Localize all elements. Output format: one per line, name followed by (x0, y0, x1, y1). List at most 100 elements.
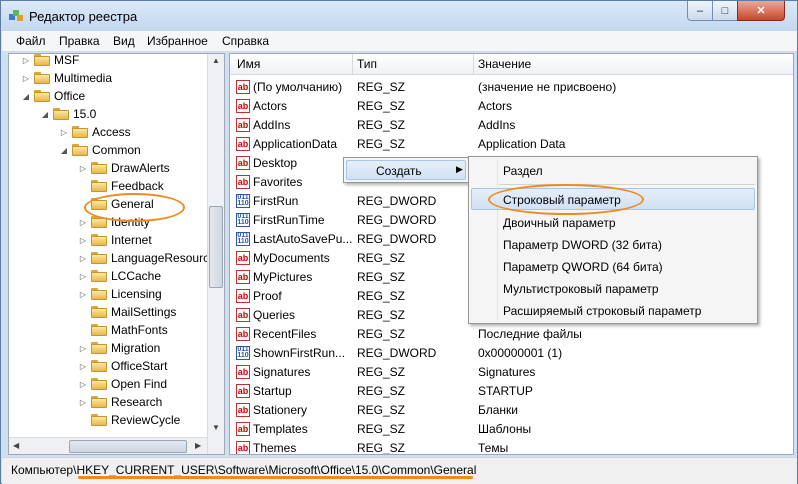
menu-help[interactable]: Справка (222, 34, 269, 48)
table-row[interactable]: ab Stationery REG_SZ Бланки (230, 401, 793, 420)
table-row[interactable]: ab AddIns REG_SZ AddIns (230, 116, 793, 135)
registry-tree[interactable]: ▷ MSF ▷ Multimedia ◢ Office ◢ 15.0 ▷ Access ◢ Commo… (8, 53, 225, 455)
tree-node-label: OfficeStart (111, 359, 168, 373)
column-divider[interactable] (473, 54, 474, 74)
table-row[interactable]: 011 110 ShownFirstRun... REG_DWORD 0x000000… (230, 344, 793, 363)
menu-view[interactable]: Вид (113, 34, 135, 48)
submenu-key[interactable]: Раздел (503, 164, 543, 178)
tree-node[interactable]: ▷ Access (59, 123, 131, 141)
expander-icon[interactable]: ▷ (59, 128, 69, 137)
tree-node[interactable]: ▷ Licensing (78, 285, 162, 303)
title-bar[interactable]: Редактор реестра – □ ✕ (1, 1, 797, 31)
string-value-icon: ab (236, 137, 250, 151)
menu-file[interactable]: Файл (16, 34, 46, 48)
binary-value-icon: 011 110 (236, 213, 250, 227)
value-name: Themes (253, 441, 297, 455)
value-name: LastAutoSavePu... (253, 232, 353, 246)
expander-icon[interactable]: ▷ (78, 236, 88, 245)
submenu-multistring-value[interactable]: Мультистроковый параметр (503, 282, 659, 296)
table-row[interactable]: ab Startup REG_SZ STARTUP (230, 382, 793, 401)
table-row[interactable]: ab Templates REG_SZ Шаблоны (230, 420, 793, 439)
tree-scroll-thumb[interactable] (209, 206, 223, 288)
expander-icon[interactable]: ▷ (78, 164, 88, 173)
expander-icon[interactable]: ▷ (78, 272, 88, 281)
folder-icon (91, 234, 107, 246)
value-name: ShownFirstRun... (253, 346, 346, 360)
expander-icon[interactable]: ▷ (78, 218, 88, 227)
scroll-left-icon[interactable]: ◀ (13, 441, 19, 450)
expander-icon[interactable]: ▷ (78, 380, 88, 389)
menu-bar: Файл Правка Вид Избранное Справка (2, 31, 797, 52)
value-name: Desktop (253, 156, 298, 170)
value-type: REG_SZ (357, 270, 406, 284)
value-name: Proof (253, 289, 282, 303)
tree-node[interactable]: ▷ Internet (78, 231, 152, 249)
scroll-up-icon[interactable]: ▲ (212, 56, 220, 65)
tree-node[interactable]: ▷ OfficeStart (78, 357, 168, 375)
tree-vertical-scrollbar[interactable]: ▲ ▼ (207, 54, 224, 454)
tree-node[interactable]: ▷ MSF (21, 54, 79, 69)
column-value[interactable]: Значение (478, 57, 531, 71)
expander-icon[interactable]: ▷ (21, 56, 31, 65)
table-row[interactable]: ab Actors REG_SZ Actors (230, 97, 793, 116)
tree-node[interactable]: ▷ DrawAlerts (78, 159, 170, 177)
expander-icon[interactable]: ▷ (78, 254, 88, 263)
value-type: REG_SZ (357, 365, 406, 379)
column-name[interactable]: Имя (237, 57, 260, 71)
expander-icon[interactable]: ▷ (21, 74, 31, 83)
column-divider[interactable] (352, 54, 353, 74)
string-value-icon: ab (236, 289, 250, 303)
submenu-expandable-string-value[interactable]: Расширяемый строковый параметр (503, 304, 701, 318)
expander-icon[interactable]: ▷ (78, 344, 88, 353)
tree-node[interactable]: Feedback (78, 177, 164, 195)
tree-node[interactable]: ▷ LCCache (78, 267, 161, 285)
menu-edit[interactable]: Правка (59, 34, 100, 48)
tree-node[interactable]: ▷ Research (78, 393, 162, 411)
expander-icon[interactable]: ◢ (59, 146, 69, 155)
folder-icon (91, 414, 107, 426)
table-row[interactable]: ab Signatures REG_SZ Signatures (230, 363, 793, 382)
column-type[interactable]: Тип (357, 57, 377, 71)
submenu-binary-value[interactable]: Двоичный параметр (503, 216, 616, 230)
tree-node[interactable]: ◢ 15.0 (40, 105, 96, 123)
submenu-dword-value[interactable]: Параметр DWORD (32 бита) (503, 238, 662, 252)
expander-icon[interactable]: ▷ (78, 362, 88, 371)
tree-node[interactable]: MailSettings (78, 303, 176, 321)
expander-icon[interactable]: ▷ (78, 290, 88, 299)
scroll-down-icon[interactable]: ▼ (212, 423, 220, 432)
value-name: MyPictures (253, 270, 313, 284)
path-underline (78, 476, 473, 479)
tree-node[interactable]: ◢ Office (21, 87, 85, 105)
folder-icon (53, 108, 69, 120)
minimize-button[interactable]: – (687, 1, 713, 21)
table-row[interactable]: ab RecentFiles REG_SZ Последние файлы (230, 325, 793, 344)
table-row[interactable]: ab ApplicationData REG_SZ Application Data (230, 135, 793, 154)
tree-node[interactable]: ▷ Open Find (78, 375, 167, 393)
registry-editor-window: Редактор реестра – □ ✕ Файл Правка Вид И… (0, 0, 798, 484)
tree-node[interactable]: ▷ Multimedia (21, 69, 112, 87)
tree-node[interactable]: ReviewCycle (78, 411, 180, 429)
expander-icon[interactable]: ▷ (78, 398, 88, 407)
general-highlight-oval (84, 193, 185, 222)
tree-horizontal-scrollbar[interactable]: ◀ ▶ (9, 437, 207, 454)
tree-hscroll-thumb[interactable] (69, 440, 187, 453)
value-data: Темы (478, 441, 509, 455)
menu-favorites[interactable]: Избранное (147, 34, 208, 48)
tree-node[interactable]: ▷ Migration (78, 339, 160, 357)
expander-icon[interactable]: ◢ (21, 92, 31, 101)
value-data: Application Data (478, 137, 566, 151)
submenu-qword-value[interactable]: Параметр QWORD (64 бита) (503, 260, 663, 274)
maximize-button[interactable]: □ (712, 1, 738, 21)
value-type: REG_SZ (357, 441, 406, 455)
expander-icon[interactable]: ◢ (40, 110, 50, 119)
tree-node[interactable]: MathFonts (78, 321, 168, 339)
scroll-right-icon[interactable]: ▶ (195, 441, 201, 450)
create-label[interactable]: Создать (376, 164, 422, 178)
string-value-icon: ab (236, 251, 250, 265)
close-button[interactable]: ✕ (737, 1, 785, 21)
tree-node-label: Licensing (111, 287, 162, 301)
table-row[interactable]: ab Themes REG_SZ Темы (230, 439, 793, 455)
table-row[interactable]: ab (По умолчанию) REG_SZ (значение не присв… (230, 78, 793, 97)
tree-node[interactable]: ◢ Common (59, 141, 141, 159)
tree-node[interactable]: ▷ LanguageResources (78, 249, 222, 267)
